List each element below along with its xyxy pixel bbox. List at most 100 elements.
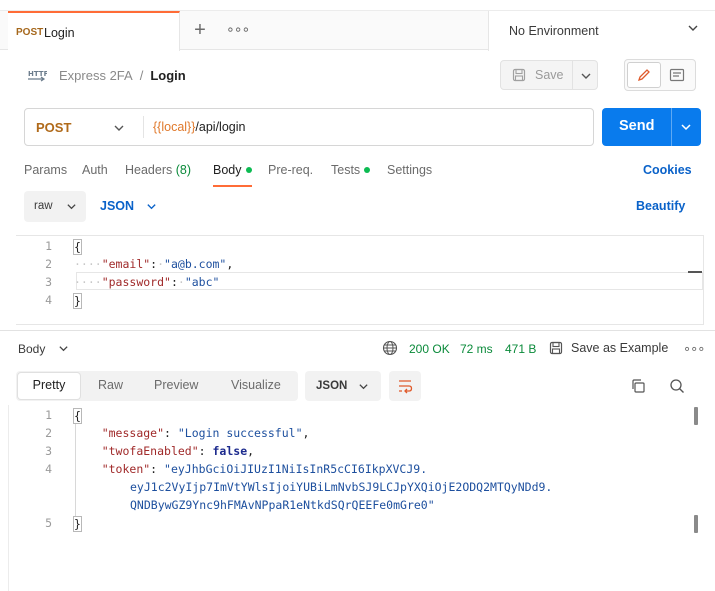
tab-options-more-icon[interactable]: ∘∘∘ <box>226 21 250 38</box>
token-key: "token" <box>101 462 151 476</box>
save-options-chevron-icon[interactable] <box>580 70 592 82</box>
breadcrumb-separator: / <box>139 67 144 83</box>
json-line-message: "message": "Login successful", <box>101 426 310 440</box>
save-as-example-button[interactable]: Save as Example <box>549 341 668 355</box>
breadcrumb-request-name[interactable]: Login <box>150 68 185 83</box>
json-close-brace: } <box>73 293 82 309</box>
response-size[interactable]: 471 B <box>505 342 536 356</box>
edit-mode-button[interactable] <box>627 62 661 88</box>
body-format-select[interactable]: JSON <box>100 199 156 213</box>
new-tab-plus-icon[interactable]: + <box>190 20 210 40</box>
json-line-twofa: "twofaEnabled": false, <box>101 444 255 458</box>
tab-headers-label: Headers <box>125 163 173 177</box>
request-tab-login[interactable]: POST Login <box>8 11 180 51</box>
body-mode-select[interactable]: raw <box>24 191 86 222</box>
tests-active-dot <box>364 167 371 173</box>
url-input[interactable]: {{local}}/api/login <box>153 120 245 134</box>
wrap-lines-icon <box>399 380 413 394</box>
twofa-value: false <box>212 444 248 458</box>
response-time[interactable]: 72 ms <box>460 342 493 356</box>
email-key: "email" <box>101 257 151 271</box>
request-tab-method: POST <box>16 27 44 38</box>
json-line-email: ····"email":·"a@b.com", <box>74 257 234 271</box>
environment-selector[interactable]: No Environment <box>488 11 715 51</box>
body-mode-value: raw <box>34 200 53 212</box>
chevron-down-icon[interactable] <box>113 122 125 134</box>
request-tab-name: Login <box>44 26 75 40</box>
cookies-link[interactable]: Cookies <box>643 163 692 177</box>
token-value-part3: QNDBywGZ9Ync9hFMAvNPpaR1eNtkdSQrQEEFe0mG… <box>130 498 435 512</box>
response-more-icon[interactable]: ∘∘∘ <box>683 341 705 357</box>
chevron-down-icon <box>688 25 698 31</box>
response-format-select[interactable]: JSON <box>305 371 381 401</box>
view-preview[interactable]: Preview <box>154 378 198 392</box>
globe-icon[interactable] <box>382 340 398 356</box>
wrap-lines-button[interactable] <box>389 371 421 401</box>
line-number: 3 <box>45 275 52 289</box>
url-variable: {{local}} <box>153 120 196 134</box>
tab-body[interactable]: Body <box>213 163 252 187</box>
chevron-down-icon <box>147 204 156 210</box>
chevron-down-icon <box>67 204 76 210</box>
save-button[interactable]: Save <box>500 60 598 90</box>
response-body-viewer[interactable]: 1 2 3 4 5 { "message": "Login successful… <box>16 405 706 545</box>
copy-icon[interactable] <box>630 378 646 394</box>
response-header: Body 200 OK 72 ms 471 B Save as Example … <box>0 330 715 366</box>
documentation-icon[interactable] <box>669 68 685 82</box>
breadcrumb-collection[interactable]: Express 2FA <box>59 68 133 83</box>
svg-text:HTTP: HTTP <box>28 70 47 78</box>
tab-headers[interactable]: Headers (8) <box>125 163 191 187</box>
beautify-button[interactable]: Beautify <box>636 199 685 213</box>
tab-body-label: Body <box>213 163 242 177</box>
body-format-value: JSON <box>100 199 135 213</box>
url-bar: POST {{local}}/api/login <box>24 108 594 146</box>
email-value: "a@b.com" <box>164 257 227 271</box>
chevron-down-icon[interactable] <box>58 343 69 354</box>
request-body-editor[interactable]: 1 2 3 4 { ····"email":·"a@b.com", ····"p… <box>16 235 704 325</box>
body-active-dot <box>245 167 252 173</box>
scroll-marker <box>688 271 702 273</box>
json-line-token: "token": "eyJhbGciOiJIUzI1NiIsInR5cCI6Ik… <box>101 462 428 476</box>
breadcrumb: HTTP Express 2FA / Login <box>27 64 186 86</box>
message-value: "Login successful" <box>177 426 303 440</box>
json-line-password: ····"password":·"abc" <box>74 275 220 289</box>
line-number: 1 <box>45 239 52 253</box>
scrollbar-thumb-bottom[interactable] <box>694 515 698 533</box>
twofa-key: "twofaEnabled" <box>101 444 199 458</box>
url-divider <box>143 116 144 138</box>
json-open-brace: { <box>73 239 82 255</box>
send-button[interactable]: Send <box>602 108 701 146</box>
password-key: "password" <box>101 275 171 289</box>
tab-auth[interactable]: Auth <box>82 163 108 187</box>
token-value-part2: eyJ1c2VyIjp7ImVtYWlsIjoiYUBiLmNvbSJ9LCJp… <box>130 480 553 494</box>
response-body-label[interactable]: Body <box>18 342 45 356</box>
http-method-select[interactable]: POST <box>36 120 71 135</box>
token-value-part1: "eyJhbGciOiJIUzI1NiIsInR5cCI6IkpXVCJ9. <box>164 462 428 476</box>
tab-strip: POST Login + ∘∘∘ No Environment <box>0 10 715 51</box>
send-options-chevron-icon[interactable] <box>680 121 692 133</box>
json-close-brace: } <box>73 516 82 532</box>
save-icon <box>549 341 563 355</box>
view-visualize[interactable]: Visualize <box>231 378 281 392</box>
tab-pre-request[interactable]: Pre-req. <box>268 163 313 187</box>
save-icon <box>512 68 526 82</box>
view-pretty[interactable]: Pretty <box>18 373 80 399</box>
tab-tests-label: Tests <box>331 163 361 177</box>
url-path: /api/login <box>195 120 246 134</box>
tab-params[interactable]: Params <box>24 163 67 187</box>
line-number: 4 <box>45 293 52 307</box>
line-number: 1 <box>45 408 52 422</box>
tab-tests[interactable]: Tests <box>331 163 371 187</box>
scrollbar-thumb-top[interactable] <box>694 407 698 425</box>
message-key: "message" <box>101 426 165 440</box>
json-open-brace: { <box>73 408 82 424</box>
save-split-divider <box>572 61 573 89</box>
line-number: 4 <box>45 462 52 476</box>
status-code[interactable]: 200 OK <box>409 342 450 356</box>
line-number: 2 <box>45 257 52 271</box>
view-raw[interactable]: Raw <box>98 378 123 392</box>
search-icon[interactable] <box>669 378 685 394</box>
chevron-down-icon <box>359 384 368 390</box>
password-value: "abc" <box>184 275 220 289</box>
tab-settings[interactable]: Settings <box>387 163 432 187</box>
